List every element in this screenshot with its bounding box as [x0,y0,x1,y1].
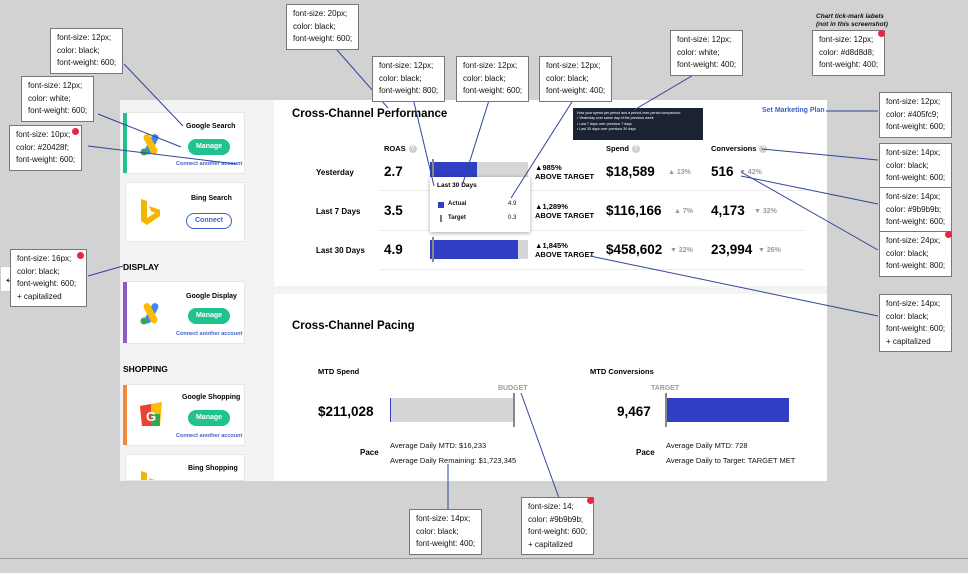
style-note: font-size: 16px; color: black; font-weight… [10,249,87,307]
chart-tick-labels-caption: Chart tick-mark labels (not in this scree… [816,13,888,28]
bottom-divider [0,558,968,559]
status-dot-icon [878,30,886,37]
status-dot-icon [77,252,84,259]
style-note: font-size: 12px; color: black; font-weight… [50,28,124,74]
style-note: font-size: 12px; color: white; font-weight… [670,30,744,76]
status-dot-icon [945,231,953,238]
style-note: font-size: 12px; color: #405fc9; font-weig… [879,92,953,138]
status-dot-icon [587,497,595,504]
style-note: font-size: 12px; color: black; font-weight… [372,56,446,102]
style-note: font-size: 10px; color: #20428f; font-weig… [9,125,83,171]
style-note: font-size: 14px; color: black; font-weight… [879,143,953,189]
status-dot-icon [72,128,80,135]
style-note: font-size: 14px; color: black; font-weight… [409,509,483,555]
style-note: font-size: 12px; color: black; font-weight… [539,56,613,102]
style-note: font-size: 12px; color: black; font-weight… [456,56,530,102]
style-note: font-size: 14; color: #9b9b9b; font-weight… [521,497,595,555]
style-note: font-size: 14px; color: #9b9b9b; font-weig… [879,187,953,233]
style-note: font-size: 12px; color: #d8d8d8; font-weig… [812,30,886,76]
style-note: font-size: 14px; color: black; font-weight… [879,294,953,352]
style-note: font-size: 24px; color: black; font-weight… [879,231,953,277]
style-note: font-size: 12px; color: white; font-weight… [21,76,95,122]
style-note: font-size: 20px; color: black; font-weight… [286,4,360,50]
